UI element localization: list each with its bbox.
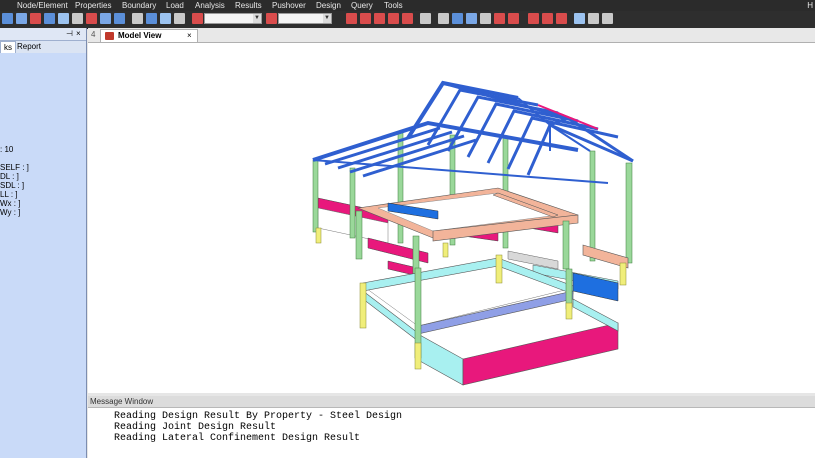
tool-icon[interactable] [16, 13, 27, 24]
footing [495, 254, 503, 284]
left-panel-tabs: ks Report [0, 41, 86, 53]
tool-icon[interactable] [556, 13, 567, 24]
filter-combo[interactable]: ▼ [278, 13, 332, 24]
help-menu[interactable]: H [807, 0, 813, 11]
left-panel: ⊣ × ks Report : 10 SELF : ] DL : ] SDL :… [0, 28, 87, 458]
footing [619, 262, 627, 286]
menu-design[interactable]: Design [316, 0, 341, 11]
tool-icon[interactable] [388, 13, 399, 24]
tool-icon[interactable] [30, 13, 41, 24]
tool-icon[interactable] [494, 13, 505, 24]
menu-node-element[interactable]: Node/Element [17, 0, 68, 11]
menu-pushover[interactable]: Pushover [272, 0, 306, 11]
footing [359, 282, 367, 329]
toolbar: ▼ ▼ [0, 11, 815, 29]
tool-icon[interactable] [574, 13, 585, 24]
column [589, 150, 596, 262]
close-icon[interactable]: × [187, 30, 192, 42]
load-case-dl: DL : ] [0, 172, 19, 181]
message-line: Reading Design Result By Property - Stee… [114, 411, 403, 422]
structural-model-3d[interactable] [88, 43, 815, 393]
tab-model-view-label: Model View [118, 31, 162, 40]
truss-member [567, 116, 634, 163]
menu-results[interactable]: Results [235, 0, 262, 11]
panel-line: : 10 [0, 145, 14, 154]
beam [462, 322, 619, 386]
tool-icon[interactable] [438, 13, 449, 24]
menu-boundary[interactable]: Boundary [122, 0, 156, 11]
tool-icon[interactable] [508, 13, 519, 24]
pin-icon[interactable]: ⊣ [66, 28, 73, 40]
menu-properties[interactable]: Properties [75, 0, 111, 11]
load-case-sdl: SDL : ] [0, 181, 25, 190]
beam [417, 333, 464, 386]
column [625, 162, 633, 264]
load-case-ll: LL : ] [0, 190, 18, 199]
tool-icon[interactable] [44, 13, 55, 24]
truss-chord [506, 116, 619, 170]
select-cursor-icon[interactable] [266, 13, 277, 24]
footing [442, 242, 449, 258]
menu-analysis[interactable]: Analysis [195, 0, 225, 11]
column [355, 210, 363, 260]
tool-icon[interactable] [466, 13, 477, 24]
chevron-down-icon[interactable]: ▼ [253, 14, 261, 23]
tool-icon[interactable] [72, 13, 83, 24]
message-window: Message Window Reading Design Result By … [88, 396, 815, 458]
truss-member [312, 159, 609, 184]
tool-icon[interactable] [452, 13, 463, 24]
footing [315, 227, 322, 244]
message-window-title: Message Window [88, 396, 815, 408]
message-line: Reading Lateral Confinement Design Resul… [114, 433, 361, 444]
tool-icon[interactable] [58, 13, 69, 24]
tool-icon[interactable] [2, 13, 13, 24]
tab-report[interactable]: Report [14, 41, 44, 52]
close-icon[interactable]: × [76, 28, 81, 40]
tool-icon[interactable] [160, 13, 171, 24]
tab-model-view[interactable]: Model View × [100, 29, 198, 42]
left-panel-header: ⊣ × [0, 28, 86, 41]
beam [572, 298, 619, 332]
chevron-down-icon[interactable]: ▼ [323, 14, 331, 23]
lock-icon[interactable] [588, 13, 599, 24]
tool-icon[interactable] [528, 13, 539, 24]
model-view-icon [105, 32, 114, 40]
tool-icon[interactable] [420, 13, 431, 24]
select-cursor-icon[interactable] [192, 13, 203, 24]
tool-icon[interactable] [542, 13, 553, 24]
tab-number: 4 [91, 30, 96, 39]
menu-query[interactable]: Query [351, 0, 373, 11]
tool-icon[interactable] [602, 13, 613, 24]
column [562, 220, 570, 270]
tool-icon[interactable] [360, 13, 371, 24]
tool-icon[interactable] [132, 13, 143, 24]
column [312, 159, 319, 233]
truss-member [324, 126, 441, 166]
footing [414, 342, 422, 370]
tool-icon[interactable] [346, 13, 357, 24]
document-tabstrip: 4 Model View × [88, 28, 815, 43]
tool-icon[interactable] [86, 13, 97, 24]
tool-icon[interactable] [100, 13, 111, 24]
load-case-wx: Wx : ] [0, 199, 21, 208]
load-case-wy: Wy : ] [0, 208, 21, 217]
tool-icon[interactable] [174, 13, 185, 24]
tool-icon[interactable] [374, 13, 385, 24]
tool-icon[interactable] [114, 13, 125, 24]
menu-load[interactable]: Load [166, 0, 184, 11]
filter-combo[interactable]: ▼ [204, 13, 262, 24]
menu-bar: Node/Element Properties Boundary Load An… [0, 0, 815, 11]
model-viewport[interactable]: 4 Model View × [88, 28, 815, 393]
footing [565, 302, 573, 320]
menu-tools[interactable]: Tools [384, 0, 403, 11]
tool-icon[interactable] [146, 13, 157, 24]
column [349, 167, 356, 239]
load-case-self: SELF : ] [0, 163, 29, 172]
message-line: Reading Joint Design Result [114, 422, 277, 433]
tool-icon[interactable] [480, 13, 491, 24]
tool-icon[interactable] [402, 13, 413, 24]
